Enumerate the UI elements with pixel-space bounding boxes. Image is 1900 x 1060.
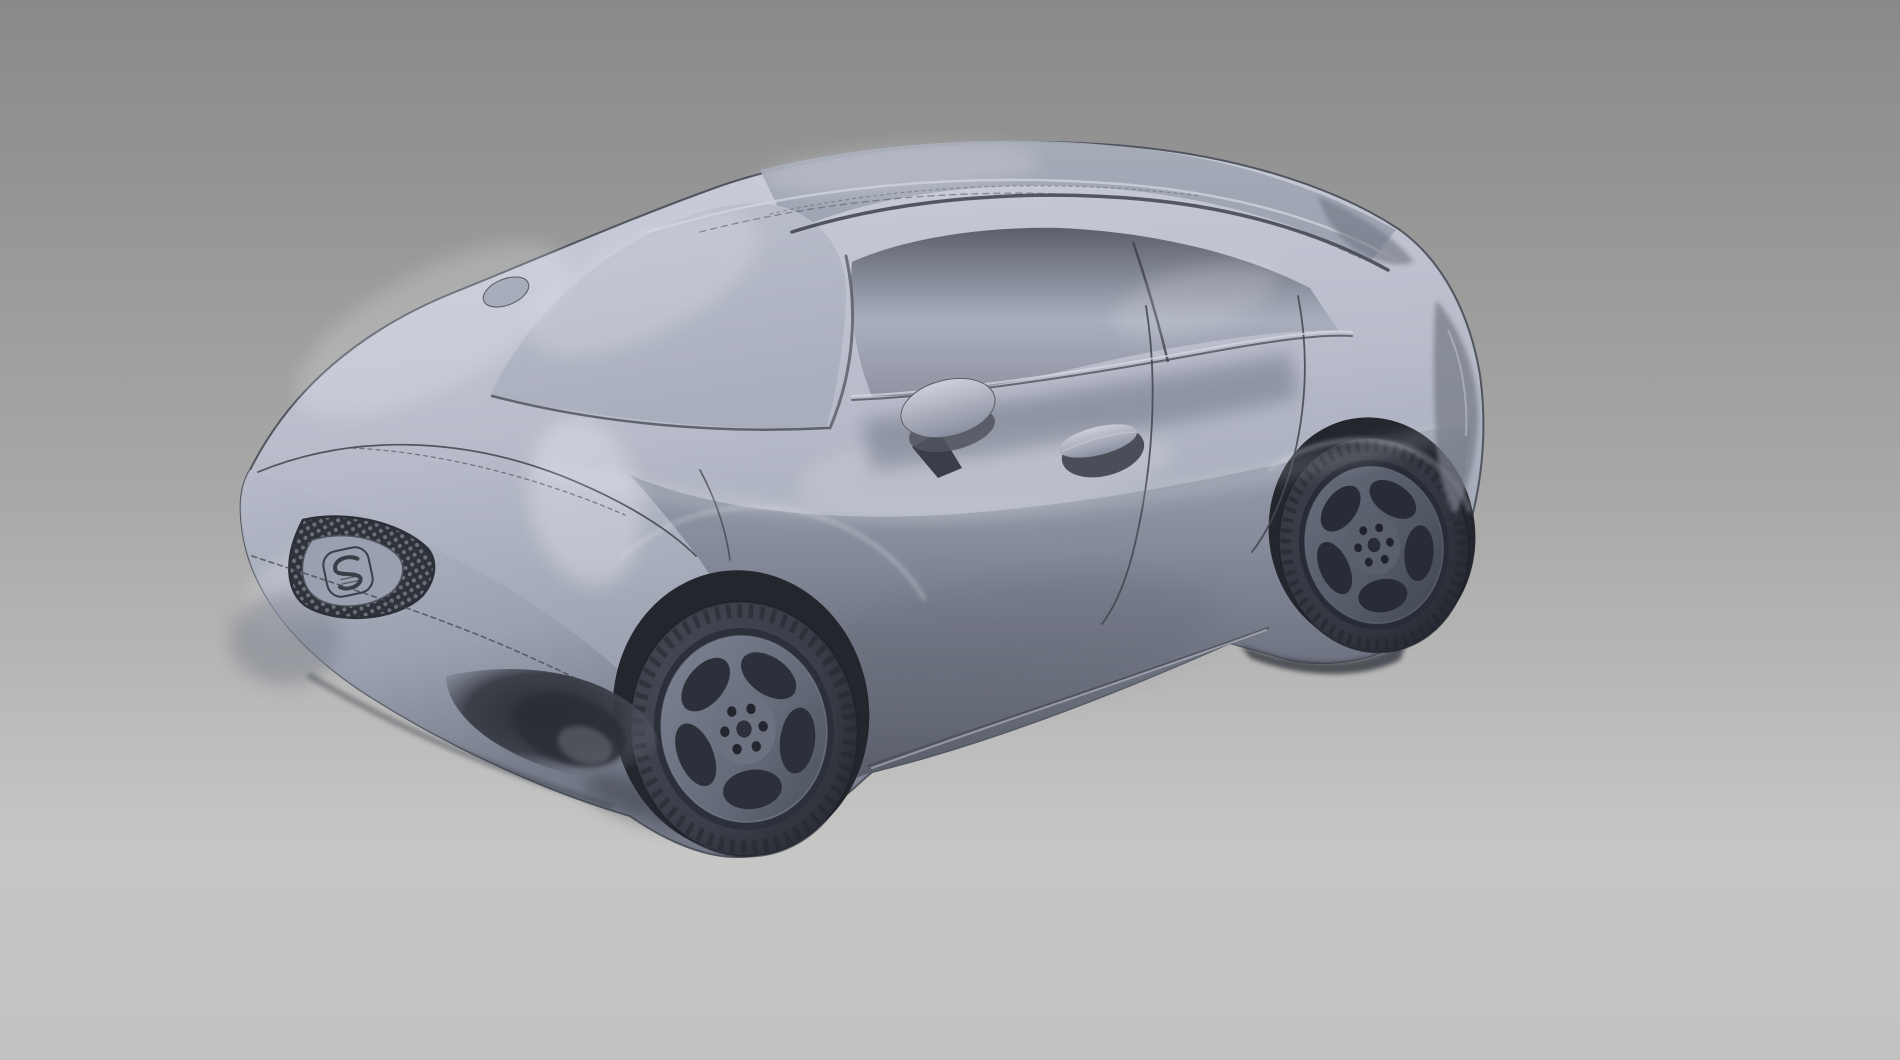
- car-render-canvas: [0, 0, 1900, 1060]
- car-model: [228, 136, 1493, 871]
- viewport-3d[interactable]: [0, 0, 1900, 1060]
